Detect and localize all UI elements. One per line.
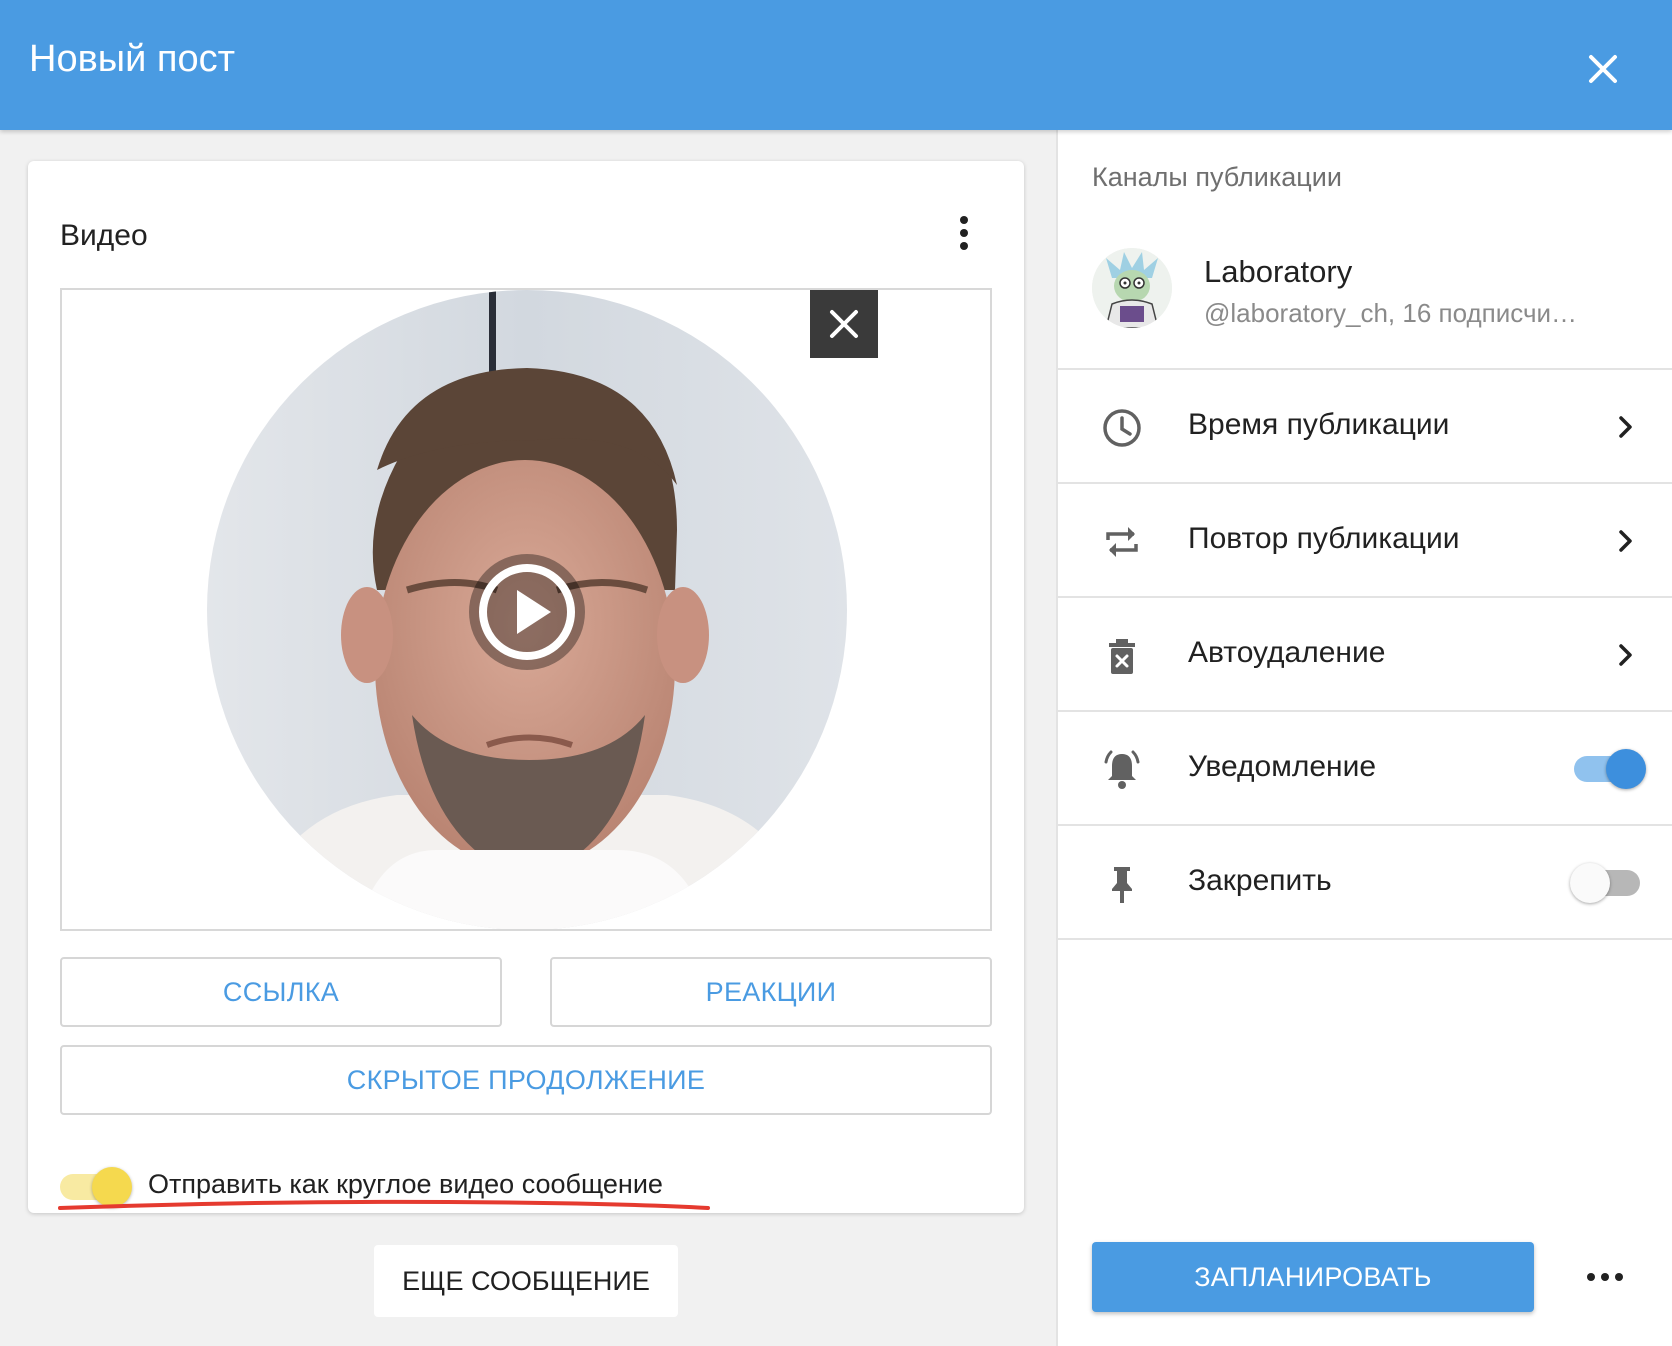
publish-settings-panel: Каналы публикации Laboratory @laboratory… [1056,130,1672,1346]
option-publish-time[interactable]: Время публикации [1058,370,1672,484]
chevron-right-icon [1608,638,1642,672]
video-block-card: Видео ССЫЛКА РЕАКЦИИ СКРЫТОЕ ПРОДОЛЖЕНИЕ… [28,161,1024,1213]
video-preview [60,288,992,931]
link-button[interactable]: ССЫЛКА [60,957,502,1027]
channel-name: Laboratory [1204,254,1353,289]
pin-icon [1100,862,1144,906]
option-repeat[interactable]: Повтор публикации [1058,484,1672,598]
bell-ring-icon [1100,748,1144,792]
trash-x-icon [1100,634,1144,678]
reactions-button[interactable]: РЕАКЦИИ [550,957,992,1027]
channel-subtitle: @laboratory_ch, 16 подписчи… [1204,298,1578,328]
option-notification: Уведомление [1058,712,1672,826]
clock-icon [1100,406,1144,450]
annotation-underline [58,1199,710,1210]
option-label: Автоудаление [1188,636,1386,669]
block-title: Видео [60,219,148,252]
toggle-knob [1606,749,1646,789]
chevron-right-icon [1608,524,1642,558]
channels-section-title: Каналы публикации [1092,162,1342,192]
option-label: Время публикации [1188,408,1450,441]
chevron-right-icon [1608,410,1642,444]
close-icon[interactable] [1578,44,1628,94]
option-label: Закрепить [1188,864,1332,897]
remove-video-icon[interactable] [810,290,878,358]
add-message-button[interactable]: ЕЩЕ СООБЩЕНИЕ [374,1245,678,1317]
channel-avatar [1092,248,1172,328]
more-horizontal-icon[interactable] [1582,1256,1628,1298]
notification-toggle[interactable] [1570,749,1646,789]
option-label: Повтор публикации [1188,522,1460,555]
option-pin: Закрепить [1058,826,1672,940]
more-vertical-icon[interactable] [948,213,980,253]
round-video-label: Отправить как круглое видео сообщение [148,1169,663,1199]
channel-item[interactable]: Laboratory @laboratory_ch, 16 подписчи… [1058,222,1672,370]
repeat-icon [1100,520,1144,564]
pin-toggle[interactable] [1570,863,1646,903]
option-label: Уведомление [1188,750,1377,783]
hidden-continuation-button[interactable]: СКРЫТОЕ ПРОДОЛЖЕНИЕ [60,1045,992,1115]
post-editor: Видео ССЫЛКА РЕАКЦИИ СКРЫТОЕ ПРОДОЛЖЕНИЕ… [0,130,1056,1346]
option-auto-delete[interactable]: Автоудаление [1058,598,1672,712]
play-circle-icon[interactable] [465,550,589,674]
dialog-title: Новый пост [29,38,235,80]
toggle-knob [1570,863,1610,903]
dialog-header: Новый пост [0,0,1672,130]
schedule-button[interactable]: ЗАПЛАНИРОВАТЬ [1092,1242,1534,1312]
